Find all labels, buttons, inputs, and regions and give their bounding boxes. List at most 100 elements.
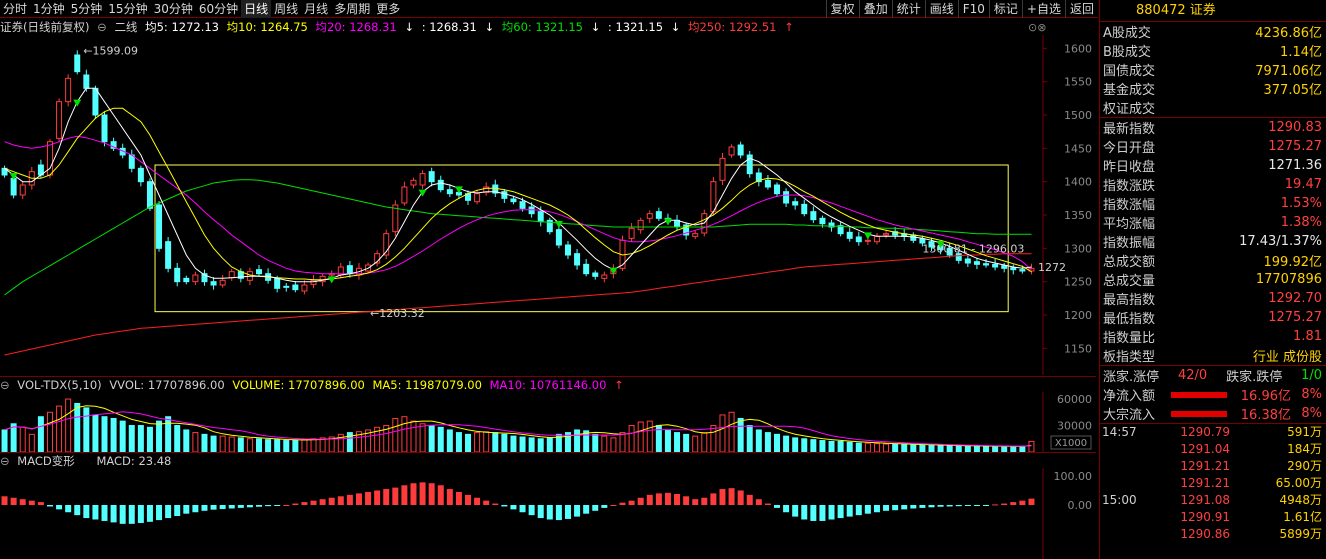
candle-body[interactable]: [1001, 265, 1008, 269]
candle-body[interactable]: [92, 87, 99, 116]
candle-body[interactable]: [792, 201, 799, 206]
candle-body[interactable]: [592, 272, 599, 277]
candle-body[interactable]: [283, 285, 290, 288]
tick-row[interactable]: 1291.21 65.00万: [1100, 475, 1326, 492]
candle-body[interactable]: [783, 191, 790, 204]
candle-body[interactable]: [883, 233, 890, 236]
period-tab-7[interactable]: 周线: [271, 0, 301, 18]
candle-body[interactable]: [964, 258, 971, 264]
candle-body[interactable]: [74, 54, 81, 73]
candle-body[interactable]: [692, 233, 699, 237]
toolbar-button-7[interactable]: 返回: [1064, 0, 1098, 18]
candle-body[interactable]: [474, 193, 481, 203]
tick-row[interactable]: 1291.04 184万: [1100, 441, 1326, 458]
tick-row[interactable]: 1291.21 290万: [1100, 458, 1326, 475]
candle-body[interactable]: [210, 281, 217, 286]
toolbar-button-2[interactable]: 统计: [891, 0, 925, 18]
candle-body[interactable]: [174, 267, 181, 283]
candle-body[interactable]: [564, 244, 571, 256]
candle-body[interactable]: [146, 181, 153, 209]
candle-body[interactable]: [1010, 267, 1017, 271]
period-tab-0[interactable]: 分时: [0, 0, 30, 18]
toolbar-button-0[interactable]: 复权: [825, 0, 859, 18]
candle-body[interactable]: [973, 261, 980, 265]
candle-body[interactable]: [583, 263, 590, 275]
period-tab-6[interactable]: 日线: [241, 0, 272, 18]
candle-body[interactable]: [846, 231, 853, 239]
candle-body[interactable]: [446, 189, 453, 195]
candlestick-chart[interactable]: 1600 1550 1500 1450 1400 1350 1300 1250 1200 1150…: [0, 35, 1098, 375]
candle-body[interactable]: [555, 229, 562, 246]
macd-indicator-name[interactable]: MACD变形: [17, 454, 74, 468]
tick-row[interactable]: 1290.86 5899万: [1100, 526, 1326, 543]
vol-indicator-name[interactable]: VOL-TDX(5,10): [17, 378, 101, 392]
candle-body[interactable]: [165, 241, 172, 269]
candle-body[interactable]: [192, 274, 199, 283]
candle-body[interactable]: [810, 211, 817, 221]
candle-body[interactable]: [537, 211, 544, 223]
candle-body[interactable]: [710, 181, 717, 213]
candle-body[interactable]: [1019, 269, 1026, 272]
candle-body[interactable]: [137, 167, 144, 183]
candle-body[interactable]: [128, 154, 135, 169]
macd-collapse-icon[interactable]: ⊖: [0, 454, 10, 468]
candle-body[interactable]: [56, 101, 63, 139]
candle-body[interactable]: [646, 213, 653, 219]
minimize-icon[interactable]: ⊖: [97, 20, 107, 34]
candle-body[interactable]: [256, 269, 262, 275]
tick-list[interactable]: 14:57 1290.79 591万 1291.04 184万 1291.21 290万 12…: [1100, 424, 1326, 543]
candle-body[interactable]: [855, 236, 862, 243]
candle-body[interactable]: [728, 146, 735, 156]
candle-body[interactable]: [428, 171, 435, 183]
candle-body[interactable]: [83, 74, 90, 89]
candle-body[interactable]: [419, 173, 426, 186]
candle-body[interactable]: [410, 179, 417, 186]
candle-body[interactable]: [501, 191, 508, 199]
tick-row[interactable]: 15:00 1291.08 4948万: [1100, 492, 1326, 509]
candle-body[interactable]: [737, 144, 744, 156]
macd-chart[interactable]: 100.00 0.00: [0, 468, 1098, 559]
period-tab-2[interactable]: 5分钟: [68, 0, 106, 18]
candle-body[interactable]: [19, 184, 26, 196]
candle-body[interactable]: [801, 203, 808, 215]
candle-body[interactable]: [101, 114, 108, 143]
candle-body[interactable]: [228, 271, 235, 279]
period-tab-9[interactable]: 多周期: [331, 0, 373, 18]
candle-body[interactable]: [819, 217, 826, 225]
candle-body[interactable]: [156, 204, 163, 249]
candle-body[interactable]: [10, 177, 17, 196]
period-tab-8[interactable]: 月线: [301, 0, 331, 18]
period-tab-4[interactable]: 30分钟: [151, 0, 196, 18]
candle-body[interactable]: [864, 239, 871, 242]
toolbar-button-4[interactable]: F10: [957, 0, 989, 18]
candle-body[interactable]: [519, 201, 526, 209]
candle-body[interactable]: [637, 219, 644, 231]
candle-body[interactable]: [628, 227, 635, 239]
candle-body[interactable]: [274, 277, 281, 289]
tick-row[interactable]: 1290.91 1.61亿: [1100, 509, 1326, 526]
candle-body[interactable]: [401, 186, 408, 204]
candle-body[interactable]: [292, 284, 299, 291]
candle-body[interactable]: [301, 284, 308, 292]
candle-body[interactable]: [655, 211, 662, 219]
candle-body[interactable]: [601, 274, 608, 279]
candle-body[interactable]: [219, 279, 226, 286]
candle-body[interactable]: [983, 263, 990, 266]
candle-body[interactable]: [764, 179, 771, 188]
line-type[interactable]: 二线: [114, 20, 137, 34]
candle-body[interactable]: [774, 184, 780, 195]
toolbar-button-5[interactable]: 标记: [988, 0, 1022, 18]
period-tab-1[interactable]: 1分钟: [30, 0, 68, 18]
chart-settings-icon[interactable]: ⊙⊗: [1028, 21, 1046, 34]
vol-collapse-icon[interactable]: ⊖: [0, 378, 10, 392]
volume-chart[interactable]: 60000 30000 X1000: [0, 392, 1098, 452]
candle-body[interactable]: [528, 206, 535, 215]
period-tab-3[interactable]: 15分钟: [105, 0, 150, 18]
tick-row[interactable]: 14:57 1290.79 591万: [1100, 424, 1326, 441]
toolbar-button-6[interactable]: +自选: [1021, 0, 1065, 18]
period-tab-10[interactable]: 更多: [373, 0, 403, 18]
candle-body[interactable]: [183, 277, 190, 283]
candle-body[interactable]: [346, 265, 353, 275]
candle-body[interactable]: [437, 179, 444, 191]
candle-body[interactable]: [574, 253, 581, 266]
